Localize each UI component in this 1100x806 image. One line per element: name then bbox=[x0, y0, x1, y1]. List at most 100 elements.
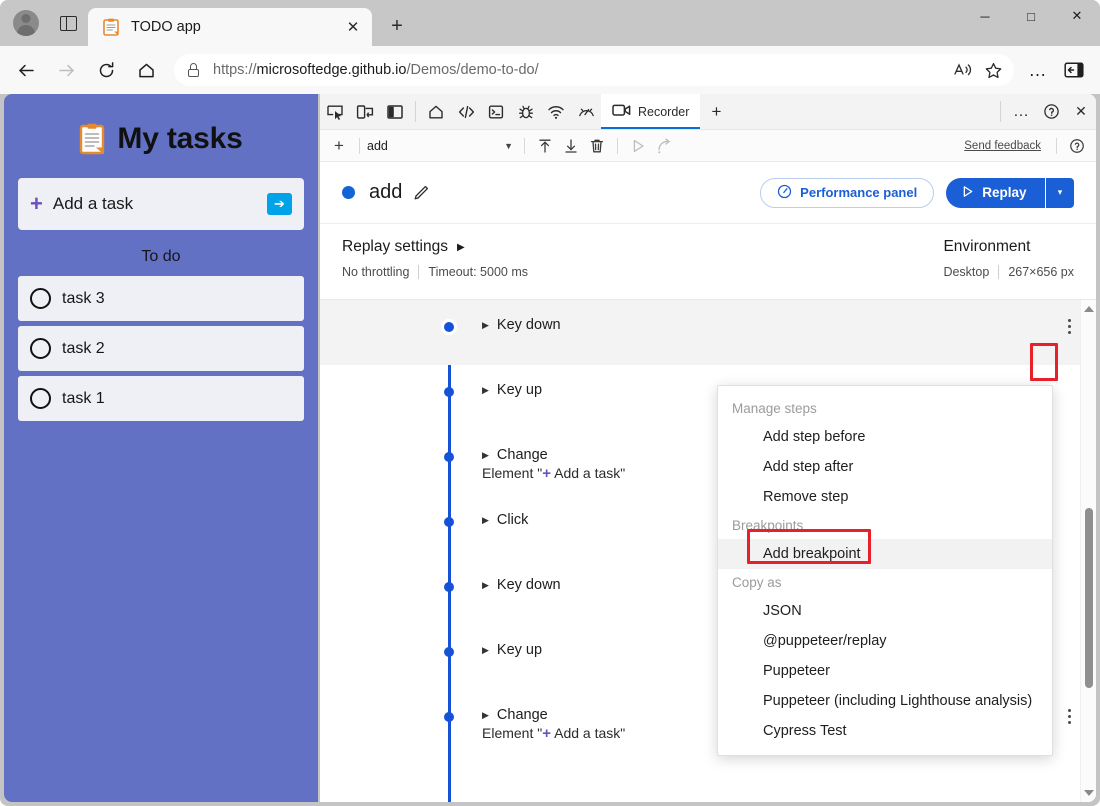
step-sub-suffix: Add a task" bbox=[551, 465, 625, 481]
replay-options-caret-icon[interactable]: ▾ bbox=[1046, 178, 1074, 208]
task-item[interactable]: task 2 bbox=[18, 326, 304, 371]
submit-task-button[interactable]: ➔ bbox=[267, 193, 292, 215]
task-checkbox[interactable] bbox=[30, 338, 51, 359]
step-title[interactable]: ▶ Change bbox=[482, 707, 625, 723]
close-icon[interactable]: ✕ bbox=[340, 14, 366, 40]
edit-pencil-icon[interactable] bbox=[412, 184, 430, 202]
scroll-down-icon[interactable] bbox=[1084, 784, 1094, 802]
console-panel-icon[interactable] bbox=[481, 94, 511, 129]
step-title[interactable]: ▶ Key up bbox=[482, 642, 542, 658]
url-host: microsoftedge.github.io bbox=[257, 62, 407, 78]
window-controls: ─ □ ✕ bbox=[962, 0, 1100, 32]
task-label: task 3 bbox=[62, 290, 105, 308]
more-tools-icon[interactable]: … bbox=[1006, 94, 1036, 129]
menu-item-copy-puppeteer-lighthouse[interactable]: Puppeteer (including Lighthouse analysis… bbox=[718, 686, 1052, 716]
url-path: /Demos/demo-to-do/ bbox=[406, 62, 538, 78]
tab-search-button[interactable] bbox=[48, 1, 88, 45]
recorder-help-icon[interactable] bbox=[1064, 134, 1090, 158]
export-recording-icon[interactable] bbox=[558, 134, 584, 158]
scrollbar-thumb[interactable] bbox=[1085, 508, 1093, 688]
sources-bug-icon[interactable] bbox=[511, 94, 541, 129]
environment-values: Desktop 267×656 px bbox=[943, 265, 1074, 279]
replay-settings-header[interactable]: Replay settings ▶ bbox=[342, 238, 528, 256]
profile-button[interactable] bbox=[4, 1, 48, 45]
close-devtools-icon[interactable]: ✕ bbox=[1066, 94, 1096, 129]
reload-icon[interactable] bbox=[88, 52, 124, 88]
import-recording-icon[interactable] bbox=[532, 134, 558, 158]
devtools-tabbar-right: … ✕ bbox=[995, 94, 1096, 129]
menu-item-copy-json[interactable]: JSON bbox=[718, 596, 1052, 626]
page-title: My tasks bbox=[117, 122, 242, 156]
performance-panel-button[interactable]: Performance panel bbox=[760, 178, 934, 208]
replay-button[interactable]: Replay bbox=[946, 178, 1044, 208]
browser-settings-icon[interactable]: … bbox=[1020, 52, 1056, 88]
play-icon[interactable] bbox=[625, 134, 651, 158]
window-close-icon[interactable]: ✕ bbox=[1054, 0, 1100, 32]
step-menu-button[interactable] bbox=[1058, 704, 1080, 728]
divider bbox=[524, 138, 525, 154]
scrollbar-track[interactable] bbox=[1081, 318, 1096, 784]
add-panel-button[interactable]: + bbox=[700, 94, 732, 129]
step-title[interactable]: ▶ Key down bbox=[482, 577, 561, 593]
step-body: ▶ Change Element "+ Add a task" bbox=[432, 430, 625, 482]
inspect-icon[interactable] bbox=[320, 94, 350, 129]
replay-split-button: Replay ▾ bbox=[946, 178, 1074, 208]
read-aloud-icon[interactable] bbox=[948, 56, 978, 84]
network-panel-icon[interactable] bbox=[541, 94, 571, 129]
home-panel-icon[interactable] bbox=[421, 94, 451, 129]
forward-icon[interactable] bbox=[48, 52, 84, 88]
recording-name: add bbox=[369, 181, 402, 204]
step-row[interactable]: ▶ Key down bbox=[320, 300, 1096, 365]
divider bbox=[617, 138, 618, 154]
menu-item-add-breakpoint[interactable]: Add breakpoint bbox=[718, 539, 1052, 569]
menu-item-add-step-after[interactable]: Add step after bbox=[718, 452, 1052, 482]
sidebar-toggle-icon[interactable] bbox=[1056, 52, 1092, 88]
divider bbox=[998, 265, 999, 279]
elements-panel-icon[interactable] bbox=[451, 94, 481, 129]
expand-triangle-icon: ▶ bbox=[482, 646, 489, 655]
delete-recording-icon[interactable] bbox=[584, 134, 610, 158]
step-body: ▶ Change Element "+ Add a task" bbox=[432, 690, 625, 742]
step-title[interactable]: ▶ Key up bbox=[482, 382, 542, 398]
menu-item-copy-cypress-test[interactable]: Cypress Test bbox=[718, 716, 1052, 746]
address-bar: https://microsoftedge.github.io/Demos/de… bbox=[0, 46, 1100, 94]
performance-panel-icon[interactable] bbox=[571, 94, 601, 129]
new-tab-button[interactable]: + bbox=[380, 9, 414, 43]
step-title[interactable]: ▶ Click bbox=[482, 512, 528, 528]
add-recording-icon[interactable]: + bbox=[326, 134, 352, 158]
environment-size: 267×656 px bbox=[1008, 265, 1074, 279]
step-title[interactable]: ▶ Change bbox=[482, 447, 625, 463]
menu-item-remove-step[interactable]: Remove step bbox=[718, 482, 1052, 512]
device-toolbar-icon[interactable] bbox=[350, 94, 380, 129]
step-menu-button[interactable] bbox=[1058, 314, 1080, 338]
menu-item-copy-puppeteer[interactable]: Puppeteer bbox=[718, 656, 1052, 686]
home-icon[interactable] bbox=[128, 52, 164, 88]
add-task-input[interactable]: + Add a task ➔ bbox=[18, 178, 304, 230]
recording-select[interactable]: add ▼ bbox=[367, 139, 517, 153]
back-icon[interactable] bbox=[8, 52, 44, 88]
task-item[interactable]: task 3 bbox=[18, 276, 304, 321]
minimize-icon[interactable]: ─ bbox=[962, 0, 1008, 32]
task-checkbox[interactable] bbox=[30, 288, 51, 309]
expand-triangle-icon: ▶ bbox=[482, 386, 489, 395]
favorite-star-icon[interactable] bbox=[978, 56, 1008, 84]
continue-icon[interactable] bbox=[651, 134, 677, 158]
task-checkbox[interactable] bbox=[30, 388, 51, 409]
step-context-menu: Manage steps Add step before Add step af… bbox=[717, 385, 1053, 756]
steps-scrollbar[interactable] bbox=[1080, 300, 1096, 802]
menu-item-add-step-before[interactable]: Add step before bbox=[718, 422, 1052, 452]
scroll-up-icon[interactable] bbox=[1084, 300, 1094, 318]
menu-item-copy-puppeteer-replay[interactable]: @puppeteer/replay bbox=[718, 626, 1052, 656]
tab-recorder[interactable]: Recorder bbox=[601, 94, 700, 129]
send-feedback-link[interactable]: Send feedback bbox=[964, 140, 1049, 152]
maximize-icon[interactable]: □ bbox=[1008, 0, 1054, 32]
task-item[interactable]: task 1 bbox=[18, 376, 304, 421]
url-bar[interactable]: https://microsoftedge.github.io/Demos/de… bbox=[174, 54, 1014, 86]
tab-title: TODO app bbox=[131, 19, 340, 35]
chevron-right-icon: ▶ bbox=[457, 242, 465, 253]
plus-icon: + bbox=[542, 465, 551, 482]
browser-tab-todo-app[interactable]: TODO app ✕ bbox=[88, 8, 372, 46]
step-title[interactable]: ▶ Key down bbox=[482, 317, 561, 333]
dock-side-icon[interactable] bbox=[380, 94, 410, 129]
help-icon[interactable] bbox=[1036, 94, 1066, 129]
